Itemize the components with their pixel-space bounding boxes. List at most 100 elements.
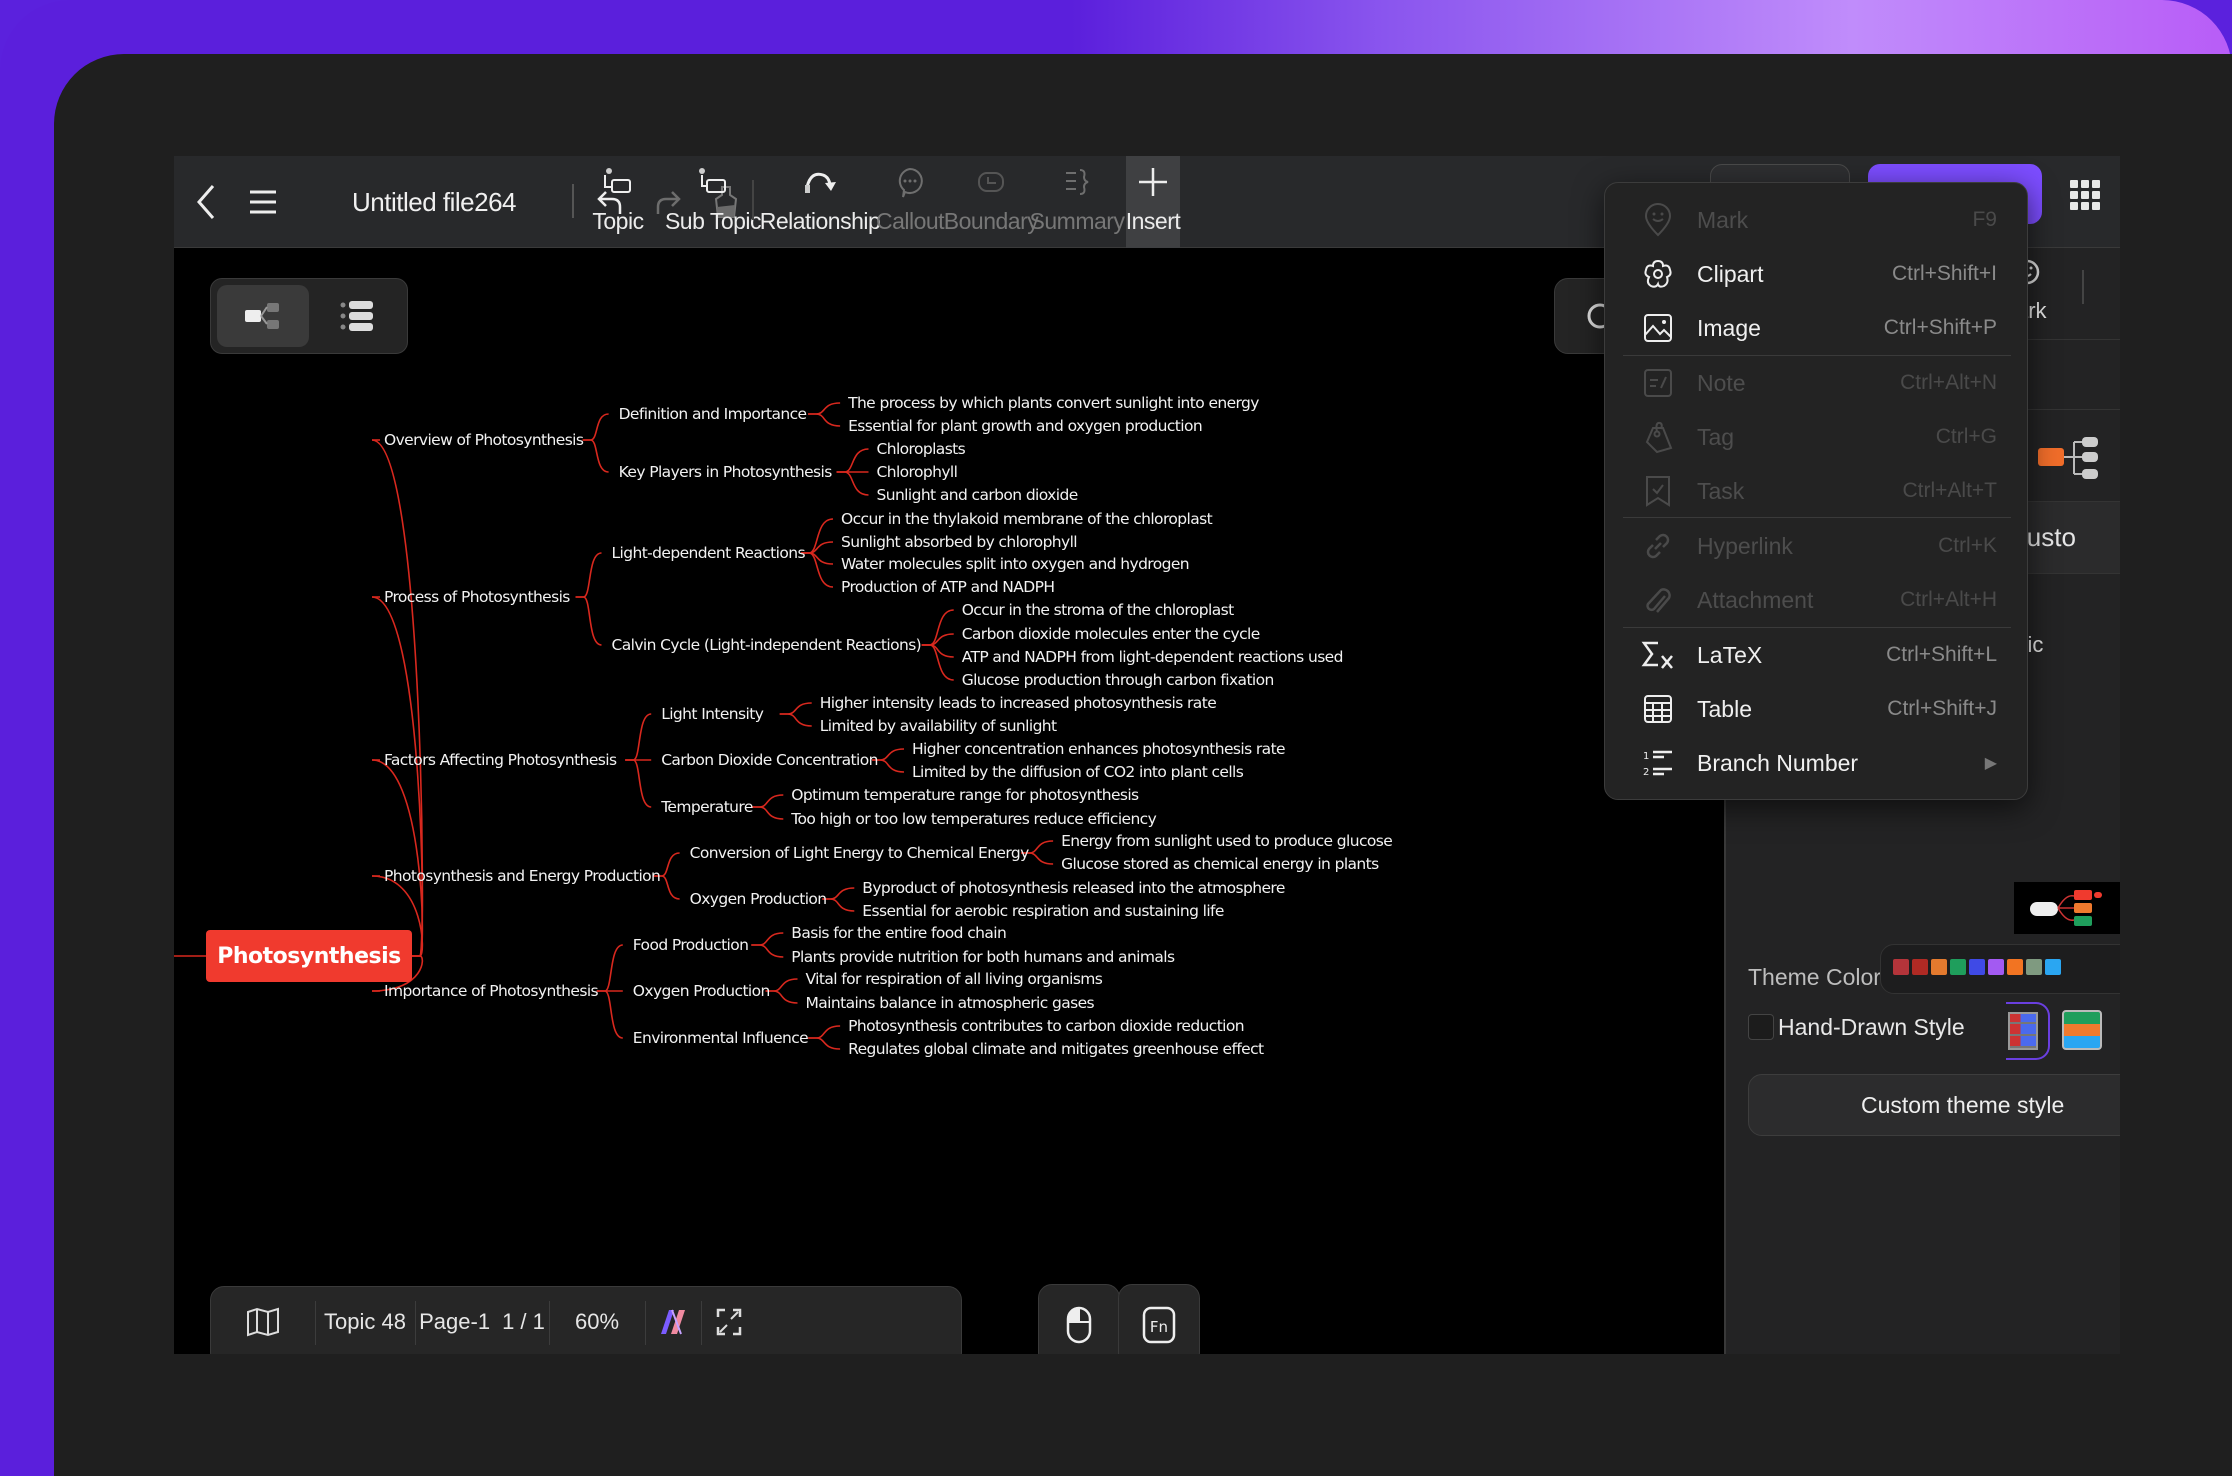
theme-preview-thumbnail[interactable] [2014,882,2120,934]
topic-level-2[interactable]: Key Players in Photosynthesis [619,463,833,481]
topic-level-3[interactable]: Chlorophyll [877,463,958,481]
document-title[interactable]: Untitled file264 [352,156,517,248]
topic-level-3[interactable]: Occur in the thylakoid membrane of the c… [841,510,1213,528]
topic-level-3[interactable]: Higher concentration enhances photosynth… [912,740,1286,758]
insert-menu-item-hyperlink[interactable]: Hyperlink Ctrl+K [1605,519,2029,573]
topic-level-3[interactable]: ATP and NADPH from light-dependent react… [962,648,1344,666]
topic-level-1[interactable]: Photosynthesis and Energy Production [384,867,661,885]
tool-relationship[interactable]: Relationship [760,162,881,242]
topic-level-3[interactable]: Regulates global climate and mitigates g… [848,1040,1264,1058]
insert-menu-item-note[interactable]: Note Ctrl+Alt+N [1605,356,2029,410]
insert-menu-item-tag[interactable]: Tag Ctrl+G [1605,410,2029,464]
topic-level-3[interactable]: Limited by availability of sunlight [820,717,1057,735]
insert-menu-item-latex[interactable]: LaTeX Ctrl+Shift+L [1605,628,2029,682]
mindmap-view-button[interactable] [217,285,309,347]
menu-item-label: Mark [1697,206,1749,233]
theme-color-swatch[interactable] [1893,959,1909,975]
layout-preview-icon[interactable] [2036,434,2102,482]
theme-color-swatch[interactable] [1912,959,1928,975]
topic-level-3[interactable]: Carbon dioxide molecules enter the cycle [962,625,1261,643]
topic-level-1[interactable]: Importance of Photosynthesis [384,982,599,1000]
theme-color-swatch[interactable] [2026,959,2042,975]
topic-level-3[interactable]: Chloroplasts [877,440,966,458]
topic-level-3[interactable]: Limited by the diffusion of CO2 into pla… [912,763,1244,781]
topic-level-3[interactable]: Basis for the entire food chain [791,924,1007,942]
mouse-mode-button[interactable] [1038,1284,1120,1354]
theme-layout-selected[interactable] [2006,1002,2050,1060]
theme-color-swatch[interactable] [2007,959,2023,975]
tool-insert[interactable]: Insert [1126,156,1181,248]
root-topic[interactable]: Photosynthesis [206,930,412,982]
insert-menu-item-image[interactable]: Image Ctrl+Shift+P [1605,301,2029,355]
ai-button[interactable] [645,1287,701,1354]
topic-level-2[interactable]: Light-dependent Reactions [612,544,806,562]
topic-level-3[interactable]: Occur in the stroma of the chloroplast [962,601,1234,619]
topic-level-2[interactable]: Definition and Importance [619,405,808,423]
theme-color-swatch[interactable] [1950,959,1966,975]
topic-level-2[interactable]: Oxygen Production [690,890,828,908]
topic-level-2[interactable]: Temperature [661,798,753,816]
custom-theme-style-button[interactable]: Custom theme style [1748,1074,2120,1136]
insert-menu-item-task[interactable]: Task Ctrl+Alt+T [1605,464,2029,518]
topic-level-3[interactable]: Plants provide nutrition for both humans… [791,948,1175,966]
mindmap-canvas[interactable]: Photosynthesis Overview of Photosynthesi… [174,248,1734,1354]
topic-level-2[interactable]: Food Production [633,936,749,954]
submenu-arrow-icon: ▶ [1984,755,1997,772]
topic-level-2[interactable]: Light Intensity [661,705,764,723]
topic-level-3[interactable]: Vital for respiration of all living orga… [806,970,1103,988]
topic-level-2[interactable]: Conversion of Light Energy to Chemical E… [690,844,1030,862]
topic-level-2[interactable]: Carbon Dioxide Concentration [661,751,878,769]
topic-level-3[interactable]: Photosynthesis contributes to carbon dio… [848,1017,1245,1035]
topic-level-2[interactable]: Calvin Cycle (Light-independent Reaction… [612,636,922,654]
theme-color-swatch[interactable] [1931,959,1947,975]
topic-level-3[interactable]: Optimum temperature range for photosynth… [791,786,1139,804]
minimap-button[interactable] [211,1287,315,1354]
topic-level-2[interactable]: Oxygen Production [633,982,771,1000]
topic-level-3[interactable]: Essential for plant growth and oxygen pr… [848,417,1203,435]
apps-grid-icon[interactable] [2070,180,2100,210]
fullscreen-button[interactable] [701,1287,757,1354]
insert-menu-item-table[interactable]: Table Ctrl+Shift+J [1605,682,2029,736]
topic-level-3[interactable]: Higher intensity leads to increased phot… [820,694,1217,712]
menu-item-label: Task [1697,477,1745,504]
theme-color-swatches[interactable] [1880,944,2120,994]
theme-color-swatch[interactable] [2045,959,2061,975]
theme-layout-option[interactable] [2062,1010,2102,1050]
topic-level-3[interactable]: Too high or too low temperatures reduce … [791,810,1156,828]
topic-level-3[interactable]: Glucose stored as chemical energy in pla… [1061,855,1379,873]
topic-level-1[interactable]: Factors Affecting Photosynthesis [384,751,617,769]
zoom-level[interactable]: 60% [549,1287,645,1354]
menu-button[interactable] [238,176,288,228]
mindmap-view-icon [245,303,279,329]
topic-level-3[interactable]: Essential for aerobic respiration and su… [862,902,1224,920]
page-indicator[interactable]: Page-1 1 / 1 [415,1287,549,1354]
insert-menu-item-mark[interactable]: Mark F9 [1605,193,2029,247]
topic-level-3[interactable]: Water molecules split into oxygen and hy… [841,555,1190,573]
topic-level-3[interactable]: Energy from sunlight used to produce glu… [1061,832,1393,850]
function-key-button[interactable]: Fn [1118,1284,1200,1354]
topic-level-1[interactable]: Overview of Photosynthesis [384,431,584,449]
hand-drawn-checkbox[interactable] [1748,1014,1774,1040]
topic-level-3[interactable]: Sunlight absorbed by chlorophyll [841,533,1078,551]
tool-boundary[interactable]: Boundary [944,162,1039,242]
tool-callout[interactable]: Callout [876,162,945,242]
insert-menu-item-attachment[interactable]: Attachment Ctrl+Alt+H [1605,573,2029,627]
topic-level-2[interactable]: Environmental Influence [633,1029,809,1047]
page-label: Page-1 [419,1309,491,1334]
insert-menu-item-clipart[interactable]: Clipart Ctrl+Shift+I [1605,247,2029,301]
topic-level-3[interactable]: Glucose production through carbon fixati… [962,671,1275,689]
tool-summary[interactable]: Summary [1030,162,1125,242]
outline-view-button[interactable] [311,285,403,347]
topic-level-3[interactable]: Sunlight and carbon dioxide [877,486,1079,504]
callout-icon [898,167,923,198]
tool-topic[interactable]: Topic [588,162,648,242]
theme-color-swatch[interactable] [1969,959,1985,975]
topic-level-3[interactable]: Production of ATP and NADPH [841,578,1055,596]
theme-color-swatch[interactable] [1988,959,2004,975]
topic-level-3[interactable]: The process by which plants convert sunl… [848,394,1259,412]
topic-level-3[interactable]: Maintains balance in atmospheric gases [806,994,1095,1012]
insert-menu-item-branch-number[interactable]: 1 2 Branch Number ▶ [1605,736,2029,790]
topic-level-1[interactable]: Process of Photosynthesis [384,588,570,606]
topic-level-3[interactable]: Byproduct of photosynthesis released int… [862,879,1285,897]
back-button[interactable] [182,176,230,228]
